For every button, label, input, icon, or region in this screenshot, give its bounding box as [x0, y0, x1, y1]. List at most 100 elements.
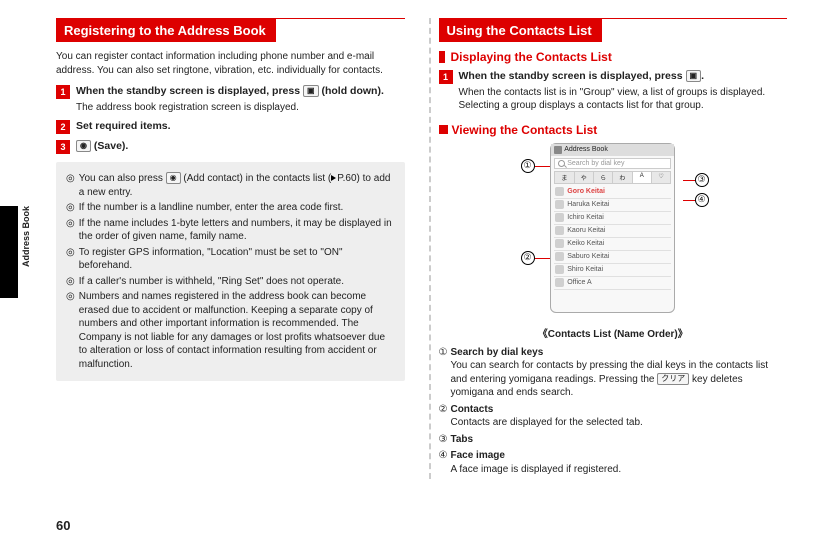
callout-1: ① — [521, 159, 535, 173]
callout-4: ④ — [695, 193, 709, 207]
avatar-icon — [555, 239, 564, 248]
section-heading-using: Using the Contacts List — [439, 18, 788, 42]
page-number: 60 — [56, 518, 70, 533]
legend-desc: Contacts are displayed for the selected … — [450, 417, 642, 428]
step1-desc: The address book registration screen is … — [76, 101, 405, 115]
clear-key-icon: クリア — [657, 373, 689, 385]
side-tab — [0, 206, 18, 298]
legend-number: ④ — [439, 449, 448, 476]
note4: To register GPS information, "Location" … — [79, 246, 395, 273]
avatar-icon — [555, 187, 564, 196]
note-bullet-icon: ◎ — [66, 246, 75, 273]
step-number-1: 1 — [56, 85, 70, 99]
phone-titlebar: Address Book — [551, 144, 674, 156]
rstep1-pre: When the standby screen is displayed, pr… — [459, 70, 686, 82]
callout-line — [683, 200, 695, 201]
contacts-figure: ① ② ③ ④ Address Book Search by dial key … — [439, 143, 788, 321]
legend-item-1: ① Search by dial keys You can search for… — [439, 346, 788, 400]
note1-a: You can also press — [79, 173, 166, 184]
triangle-icon — [331, 175, 336, 181]
phone-tab: ら — [594, 172, 612, 183]
step-1: 1 When the standby screen is displayed, … — [56, 85, 405, 114]
subheading-viewing: Viewing the Contacts List — [439, 123, 788, 137]
contact-name: Shiro Keitai — [567, 266, 603, 273]
callout-2: ② — [521, 251, 535, 265]
section-heading-registering: Registering to the Address Book — [56, 18, 405, 42]
section-heading-text: Using the Contacts List — [439, 19, 602, 42]
phone-tab: ま — [555, 172, 573, 183]
section-heading-text: Registering to the Address Book — [56, 19, 276, 42]
note2: If the number is a landline number, ente… — [79, 201, 344, 215]
notes-box: ◎ You can also press ◉ (Add contact) in t… — [56, 162, 405, 381]
subheading-text: Viewing the Contacts List — [452, 123, 598, 137]
legend-desc: A face image is displayed if registered. — [450, 464, 621, 475]
contact-name: Saburo Keitai — [567, 253, 609, 260]
contact-name: Goro Keitai — [567, 188, 605, 195]
key-icon: ▣ — [686, 70, 702, 82]
note3: If the name includes 1-byte letters and … — [79, 217, 395, 244]
rstep1-desc: When the contacts list is in "Group" vie… — [459, 86, 788, 113]
right-column: Using the Contacts List Displaying the C… — [439, 18, 788, 479]
avatar-icon — [555, 252, 564, 261]
legend-title: Search by dial keys — [450, 347, 543, 358]
note5: If a caller's number is withheld, "Ring … — [79, 275, 344, 289]
avatar-icon — [555, 278, 564, 287]
step-number-3: 3 — [56, 140, 70, 154]
phone-contact-list: Goro Keitai Haruka Keitai Ichiro Keitai … — [554, 186, 671, 290]
intro-text: You can register contact information inc… — [56, 50, 405, 77]
side-section-label: Address Book — [21, 206, 31, 267]
key-icon: ◉ — [76, 140, 91, 152]
phone-tab-selected: A — [633, 172, 651, 183]
subheading-displaying: Displaying the Contacts List — [439, 50, 788, 64]
note1-b: (Add contact) in the contacts list ( — [181, 173, 332, 184]
avatar-icon — [555, 226, 564, 235]
key-icon: ◉ — [166, 172, 181, 184]
note-bullet-icon: ◎ — [66, 290, 75, 371]
note-bullet-icon: ◎ — [66, 201, 75, 215]
figure-caption: 《Contacts List (Name Order)》 — [439, 325, 788, 340]
step-number-2: 2 — [56, 120, 70, 134]
note-bullet-icon: ◎ — [66, 172, 75, 199]
legend-title: Contacts — [450, 404, 493, 415]
legend-title: Face image — [450, 450, 504, 461]
legend-number: ③ — [439, 433, 448, 447]
avatar-icon — [555, 265, 564, 274]
step1-text-post: (hold down). — [319, 85, 384, 97]
note-bullet-icon: ◎ — [66, 217, 75, 244]
legend-number: ① — [439, 346, 448, 400]
legend-number: ② — [439, 403, 448, 430]
note6: Numbers and names registered in the addr… — [79, 290, 395, 371]
legend-item-2: ② Contacts Contacts are displayed for the… — [439, 403, 788, 430]
phone-title-text: Address Book — [564, 146, 608, 153]
step-number-1: 1 — [439, 70, 453, 84]
legend-item-4: ④ Face image A face image is displayed if… — [439, 449, 788, 476]
phone-tab: や — [575, 172, 593, 183]
phone-mockup: Address Book Search by dial key ま や ら わ … — [550, 143, 675, 313]
avatar-icon — [555, 200, 564, 209]
phone-search-field: Search by dial key — [554, 158, 671, 169]
key-icon: ▣ — [303, 85, 319, 97]
left-column: Registering to the Address Book You can … — [56, 18, 405, 479]
step2-text: Set required items. — [76, 120, 405, 134]
contact-name: Haruka Keitai — [567, 201, 609, 208]
contact-name: Kaoru Keitai — [567, 227, 605, 234]
contact-name: Keiko Keitai — [567, 240, 604, 247]
callout-line — [683, 180, 695, 181]
phone-tab: わ — [613, 172, 631, 183]
phone-tab: ♡ — [652, 172, 670, 183]
column-divider — [429, 18, 431, 479]
heading-bar-icon — [439, 51, 445, 63]
step1-text-pre: When the standby screen is displayed, pr… — [76, 85, 303, 97]
subheading-text: Displaying the Contacts List — [451, 50, 612, 64]
rstep1-post: . — [701, 70, 704, 82]
avatar-icon — [555, 213, 564, 222]
book-icon — [554, 146, 562, 154]
legend-item-3: ③ Tabs — [439, 433, 788, 447]
callout-3: ③ — [695, 173, 709, 187]
step3-text: (Save). — [91, 140, 128, 152]
phone-search-placeholder: Search by dial key — [567, 160, 624, 167]
heading-square-icon — [439, 125, 448, 134]
right-step-1: 1 When the standby screen is displayed, … — [439, 70, 788, 113]
contact-name: Office A — [567, 279, 591, 286]
search-icon — [558, 160, 565, 167]
